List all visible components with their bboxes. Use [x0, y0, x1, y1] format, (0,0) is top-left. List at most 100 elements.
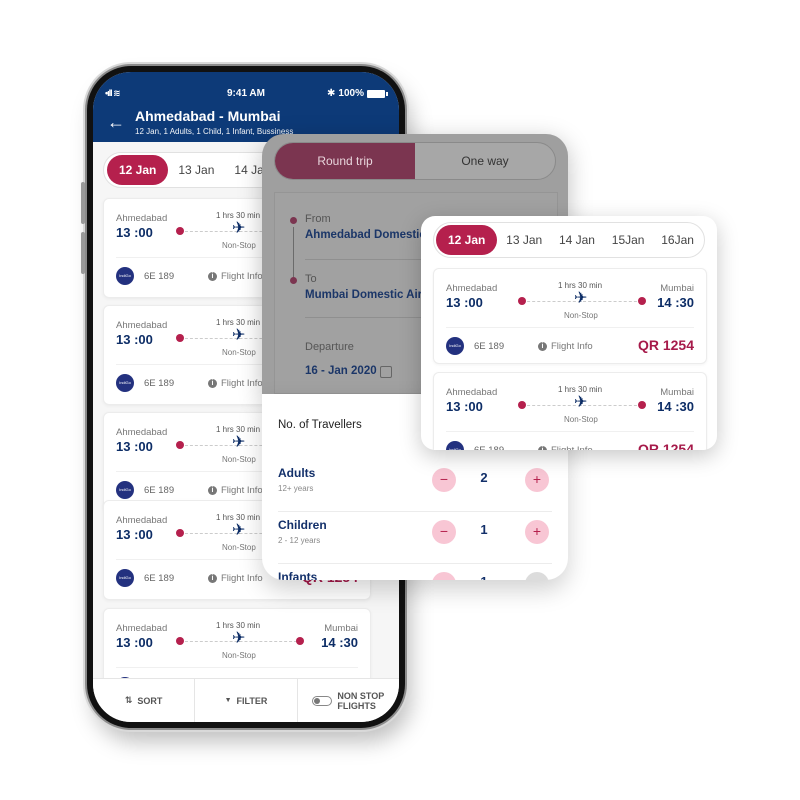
traveller-type: Infants [278, 570, 318, 580]
battery-status: ✱ 100% [327, 88, 388, 99]
decrement-button[interactable]: − [432, 572, 456, 580]
from-label: From [305, 213, 331, 225]
flight-duration: 1 hrs 30 min [216, 211, 261, 220]
airline-logo: IndiGo [116, 267, 134, 285]
destination-city: Mumbai [324, 623, 358, 634]
status-bar: •ıll ≋ 9:41 AM ✱ 100% [93, 88, 399, 102]
flight-info-link[interactable]: i Flight Info [208, 378, 263, 389]
flight-info-link[interactable]: i Flight Info [208, 485, 263, 496]
one-way-option[interactable]: One way [415, 143, 555, 179]
origin-dot-icon [176, 529, 184, 537]
info-icon: i [208, 272, 217, 281]
stops-label: Non-Stop [222, 241, 256, 250]
calendar-icon[interactable] [380, 366, 392, 378]
flight-info-link[interactable]: i Flight Info [208, 573, 263, 584]
divider [116, 667, 358, 668]
flight-code: 6E 189 [474, 341, 505, 352]
traveller-type: Adults [278, 466, 316, 480]
trip-type-toggle: Round trip One way [274, 142, 556, 180]
destination-dot-icon [638, 401, 646, 409]
origin-dot-icon [518, 297, 526, 305]
flight-info-link[interactable]: i Flight Info [538, 445, 593, 450]
decrement-button[interactable]: − [432, 468, 456, 492]
date-chip-selected[interactable]: 12 Jan [107, 155, 169, 185]
toggle-switch[interactable] [312, 695, 333, 706]
airline-logo: IndiGo [116, 374, 134, 392]
flight-code: 6E 189 [144, 378, 175, 389]
traveller-count: 1 [474, 574, 494, 580]
destination-dot-icon [296, 637, 304, 645]
departure-field[interactable]: 16 - Jan 2020 [305, 365, 377, 377]
flight-info-link[interactable]: i Flight Info [538, 341, 593, 352]
airplane-icon: ✈ [232, 220, 246, 237]
increment-button[interactable]: + [525, 520, 549, 544]
volume-down-button [81, 232, 85, 274]
filter-button[interactable]: ▼ FILTER [195, 679, 298, 722]
flight-code: 6E 189 [144, 485, 175, 496]
date-chip[interactable]: 13 Jan [498, 225, 550, 255]
back-arrow-icon[interactable]: ← [107, 112, 125, 133]
flight-info-link[interactable]: i Flight Info [208, 271, 263, 282]
date-chip[interactable]: 15Jan [604, 225, 653, 255]
date-chip[interactable]: 13 Jan [168, 155, 224, 185]
increment-button[interactable]: + [525, 572, 549, 580]
flight-duration: 1 hrs 30 min [216, 425, 261, 434]
origin-dot-icon [176, 334, 184, 342]
date-chip[interactable]: 16Jan [653, 225, 702, 255]
date-selector: 12 Jan 13 Jan 14 Jan 15Jan 16Jan [433, 222, 705, 258]
origin-city: Ahmedabad [116, 427, 168, 438]
airplane-icon: ✈ [232, 522, 246, 539]
nonstop-toggle[interactable]: NON STOP FLIGHTS [298, 679, 399, 722]
battery-icon [367, 89, 388, 98]
departure-time: 13 :00 [446, 399, 483, 414]
departure-time: 13 :00 [116, 332, 153, 347]
bottom-action-bar: ⇅ SORT ▼ FILTER NON STOP FLIGHTS [93, 678, 399, 722]
departure-time: 13 :00 [446, 295, 483, 310]
divider [446, 431, 694, 432]
sort-button[interactable]: ⇅ SORT [93, 679, 196, 722]
round-trip-option[interactable]: Round trip [275, 143, 415, 179]
destination-dot-icon [638, 297, 646, 305]
airline-logo: IndiGo [446, 337, 464, 355]
flight-info-label: Flight Info [221, 271, 263, 282]
flight-price: QR 1254 [637, 337, 694, 353]
results-card: 12 Jan 13 Jan 14 Jan 15Jan 16Jan Ahmedab… [421, 216, 717, 450]
app-header: •ıll ≋ 9:41 AM ✱ 100% ← Ahmedabad - Mumb… [93, 72, 399, 142]
flight-code: 6E 189 [144, 573, 175, 584]
route-subtitle: 12 Jan, 1 Adults, 1 Child, 1 Infant, Bus… [135, 127, 294, 136]
airline-logo: IndiGo [116, 569, 134, 587]
route-connector [293, 227, 294, 277]
stops-label: Non-Stop [222, 543, 256, 552]
flight-card[interactable]: Ahmedabad 13 :00 ✈ 1 hrs 30 min Non-Stop… [433, 372, 707, 450]
departure-time: 13 :00 [116, 225, 153, 240]
departure-time: 13 :00 [116, 635, 153, 650]
destination-city: Mumbai [660, 387, 694, 398]
flight-info-label: Flight Info [221, 485, 263, 496]
decrement-button[interactable]: − [432, 520, 456, 544]
traveller-row-adults: Adults 12+ years − 2 + [278, 460, 552, 512]
origin-city: Ahmedabad [116, 320, 168, 331]
promo-stage: •ıll ≋ 9:41 AM ✱ 100% ← Ahmedabad - Mumb… [0, 0, 800, 800]
date-chip[interactable]: 14 Jan [551, 225, 603, 255]
info-icon: i [208, 379, 217, 388]
origin-dot-icon [518, 401, 526, 409]
increment-button[interactable]: + [525, 468, 549, 492]
stops-label: Non-Stop [222, 651, 256, 660]
flight-card[interactable]: Ahmedabad 13 :00 ✈ 1 hrs 30 min Non-Stop… [433, 268, 707, 364]
nonstop-label: NON STOP FLIGHTS [337, 691, 384, 711]
airline-logo: IndiGo [116, 481, 134, 499]
airplane-icon: ✈ [232, 327, 246, 344]
origin-dot-icon [176, 227, 184, 235]
traveller-row-children: Children 2 - 12 years − 1 + [278, 512, 552, 564]
origin-dot-icon [176, 441, 184, 449]
airline-logo: IndiGo [446, 441, 464, 450]
arrival-time: 14 :30 [321, 635, 358, 650]
flight-code: 6E 189 [144, 271, 175, 282]
origin-city: Ahmedabad [446, 283, 498, 294]
origin-city: Ahmedabad [116, 623, 168, 634]
airplane-icon: ✈ [574, 290, 588, 307]
route-title: Ahmedabad - Mumbai [135, 108, 281, 124]
traveller-age: 12+ years [278, 484, 314, 493]
airplane-icon: ✈ [232, 630, 246, 647]
date-chip-selected[interactable]: 12 Jan [436, 225, 498, 255]
